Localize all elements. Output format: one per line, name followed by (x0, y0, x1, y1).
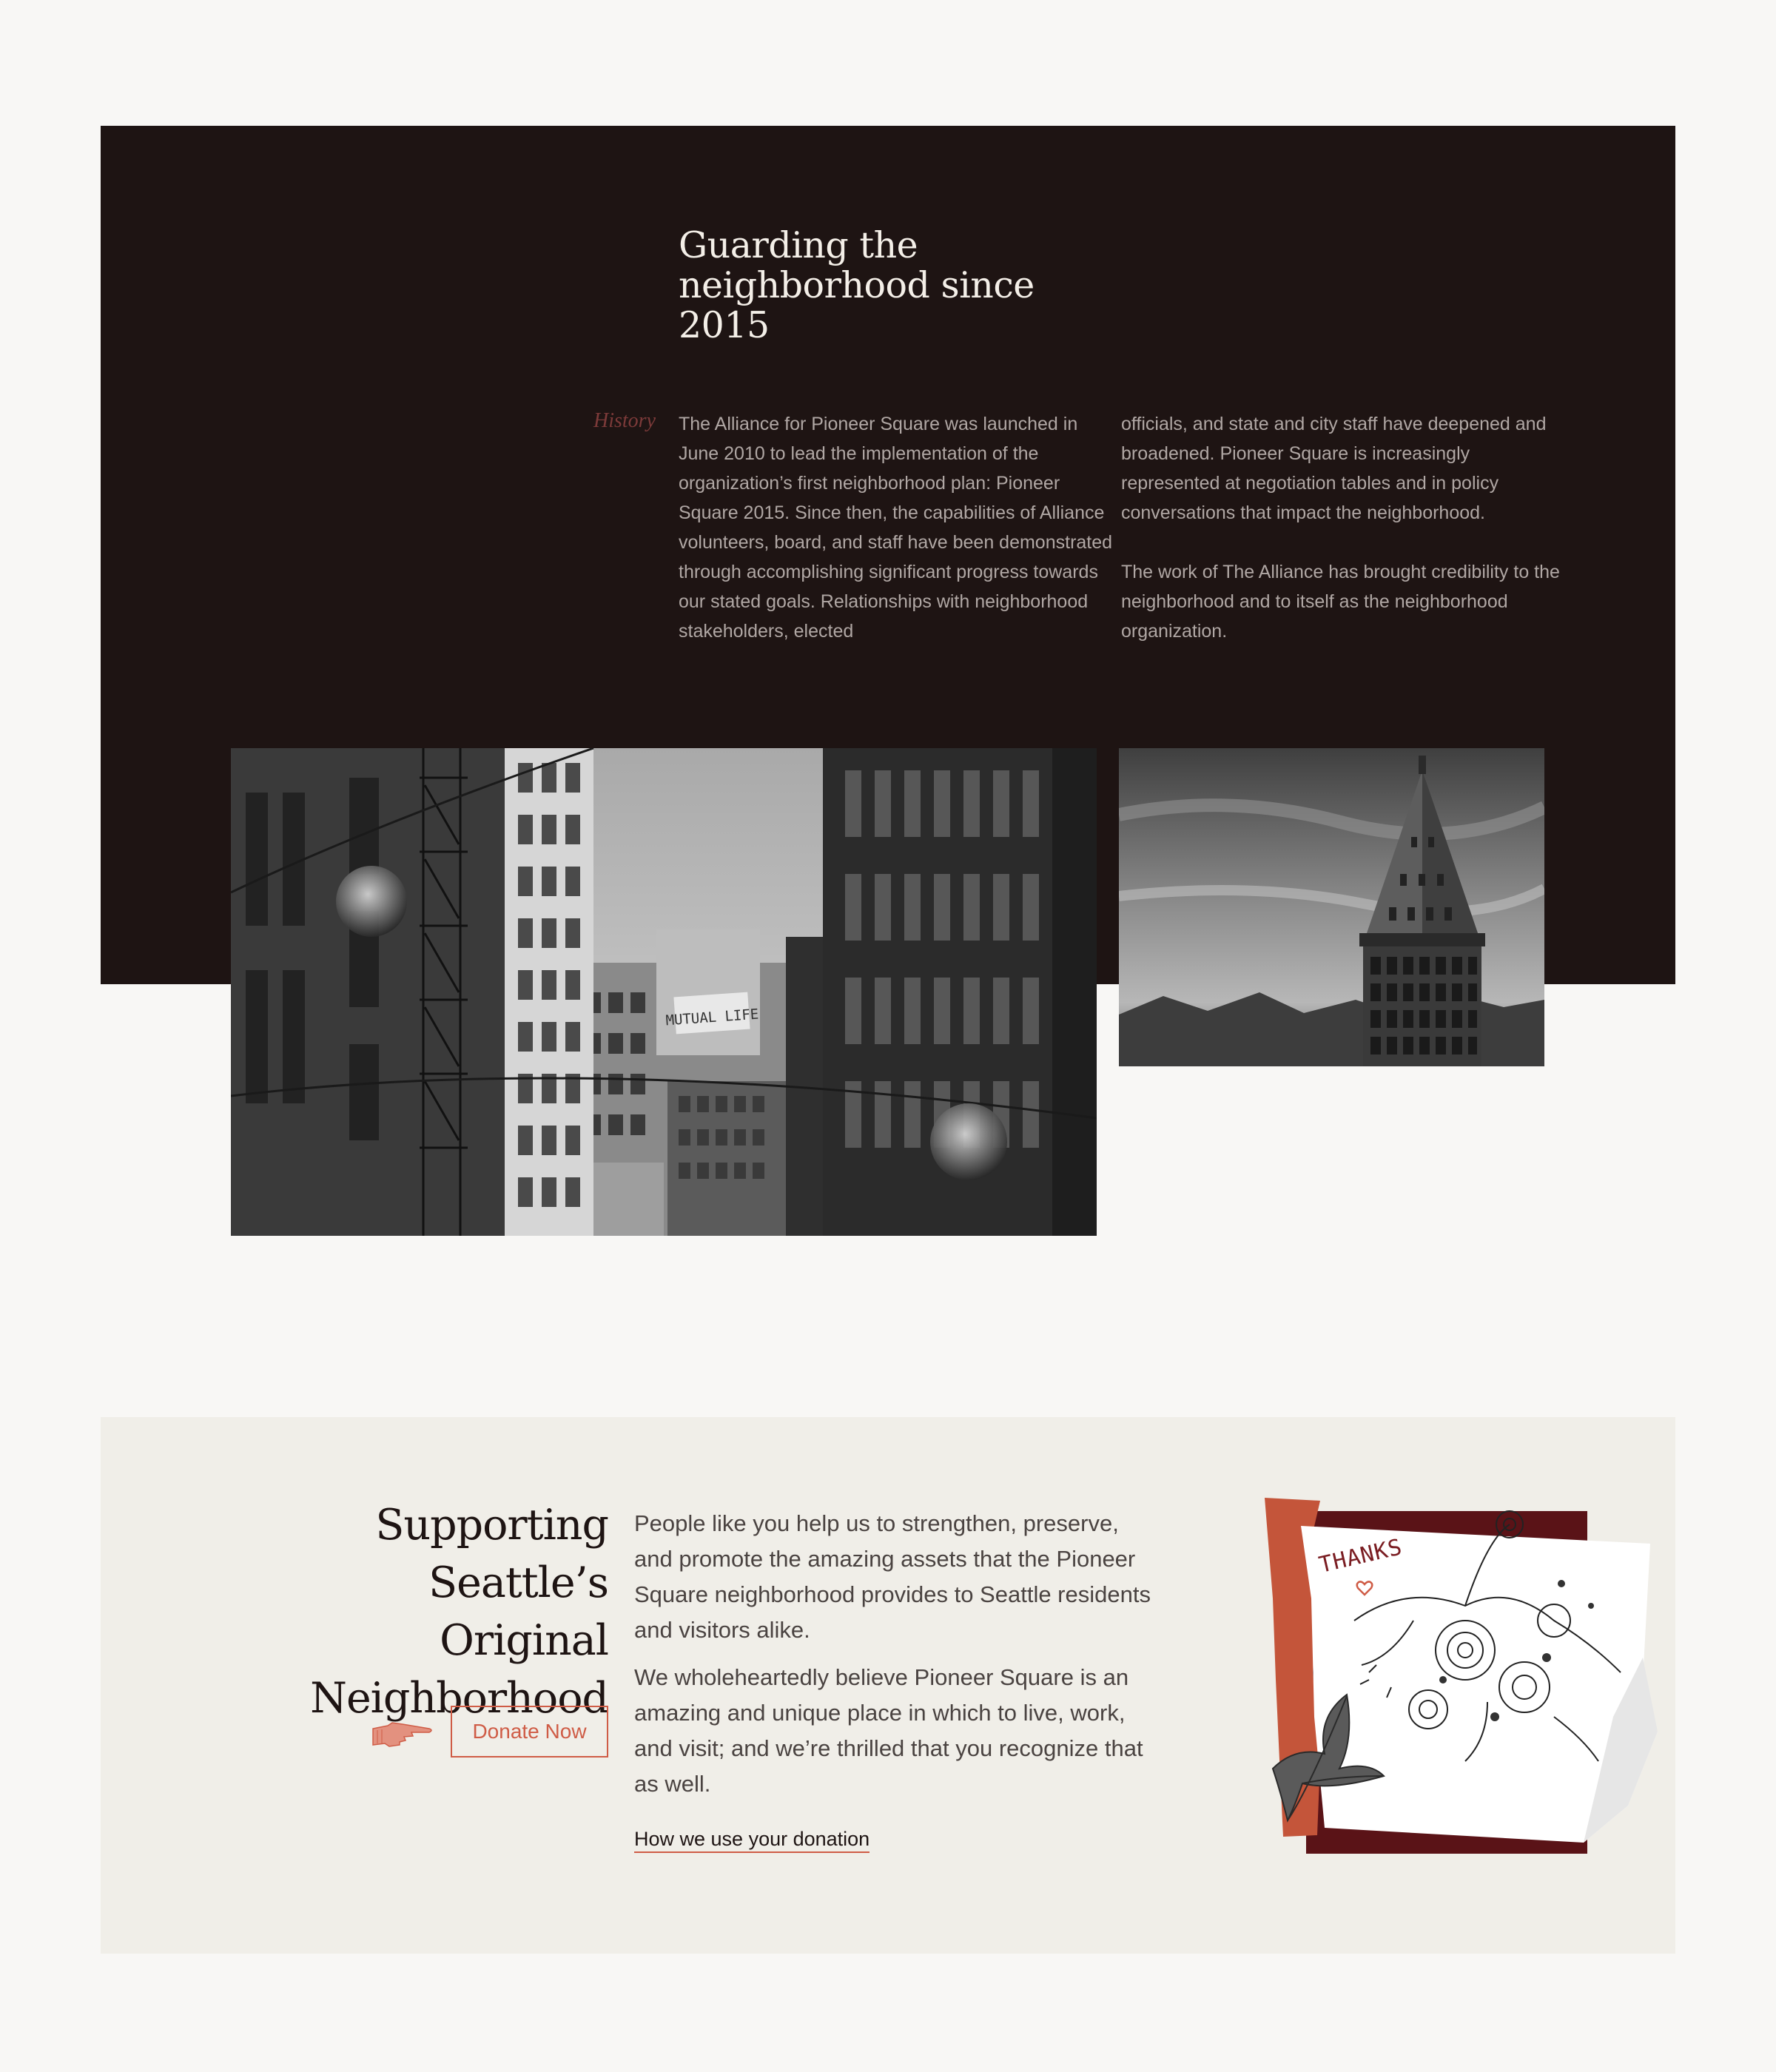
history-column-1: The Alliance for Pioneer Square was laun… (679, 409, 1120, 646)
how-we-use-donation-link[interactable]: How we use your donation (634, 1826, 870, 1853)
history-paragraph-1: The Alliance for Pioneer Square was laun… (679, 414, 1113, 642)
donate-now-button[interactable]: Donate Now (451, 1706, 608, 1758)
support-paragraph-2: We wholeheartedly believe Pioneer Square… (634, 1664, 1143, 1797)
tower-photo (1119, 748, 1544, 1066)
history-column-2: officials, and state and city staff have… (1121, 409, 1565, 646)
support-title: Supporting Seattle’s Original Neighborho… (310, 1501, 609, 1723)
history-label: History (593, 409, 656, 432)
thanks-collage (1243, 1495, 1702, 1857)
support-paragraph-1: People like you help us to strengthen, p… (634, 1510, 1151, 1643)
history-paragraph-3: The work of The Alliance has brought cre… (1121, 562, 1560, 642)
pointing-hand-icon (370, 1718, 435, 1752)
heart-icon (1356, 1580, 1373, 1596)
history-title: Guarding the neighborhood since 2015 (679, 224, 1035, 346)
history-paragraph-2: officials, and state and city staff have… (1121, 414, 1547, 523)
street-photo: MUTUAL LIFE (231, 748, 1097, 1236)
support-text: People like you help us to strengthen, p… (634, 1506, 1152, 1802)
